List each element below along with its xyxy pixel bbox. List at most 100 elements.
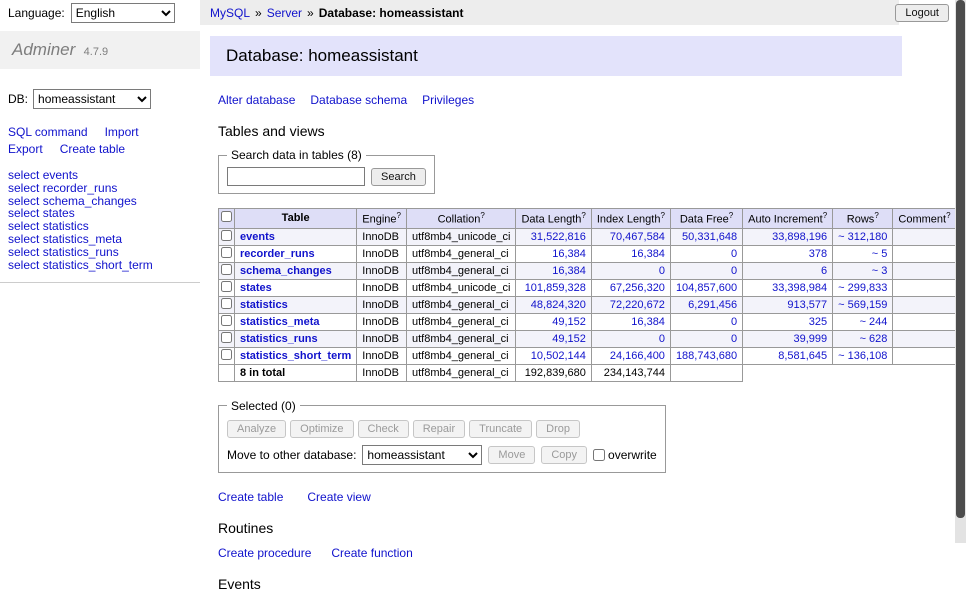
data-free-link[interactable]: 0 [731,248,737,260]
auto-increment-link[interactable]: 39,999 [794,333,828,345]
sidebar-table-link[interactable]: statistics_short_term [43,258,153,272]
create-function-link[interactable]: Create function [331,546,412,560]
help-link[interactable]: ? [729,211,733,220]
data-free-link[interactable]: 0 [731,265,737,277]
row-checkbox[interactable] [221,332,232,343]
scrollbar-thumb[interactable] [956,0,965,518]
create-table-link[interactable]: Create table [218,490,283,504]
breadcrumb-server-link[interactable]: Server [267,6,302,20]
truncate-button[interactable]: Truncate [469,420,532,438]
index-length-link[interactable]: 67,256,320 [610,282,665,294]
db-select[interactable]: homeassistant [33,89,151,109]
sql-command-link[interactable]: SQL command [8,125,88,139]
optimize-button[interactable]: Optimize [290,420,353,438]
data-length-link[interactable]: 101,859,328 [525,282,586,294]
auto-increment-link[interactable]: 33,898,196 [772,231,827,243]
import-link[interactable]: Import [105,125,139,139]
rows-link[interactable]: ~ 3 [872,265,888,277]
data-free-link[interactable]: 0 [731,316,737,328]
row-checkbox[interactable] [221,230,232,241]
language-select[interactable]: English [71,3,175,23]
row-checkbox[interactable] [221,315,232,326]
row-checkbox[interactable] [221,247,232,258]
rows-link[interactable]: ~ 5 [872,248,888,260]
move-db-select[interactable]: homeassistant [362,445,482,465]
auto-increment-link[interactable]: 913,577 [787,299,827,311]
overwrite-checkbox[interactable] [593,449,605,461]
index-length-link[interactable]: 24,166,400 [610,350,665,362]
database-schema-link[interactable]: Database schema [310,93,407,107]
logout-button[interactable]: Logout [895,4,949,22]
help-link[interactable]: ? [480,211,484,220]
check-button[interactable]: Check [358,420,409,438]
rows-link[interactable]: ~ 244 [860,316,888,328]
repair-button[interactable]: Repair [413,420,465,438]
row-checkbox[interactable] [221,298,232,309]
row-checkbox[interactable] [221,264,232,275]
data-free-link[interactable]: 104,857,600 [676,282,737,294]
rows-link[interactable]: ~ 299,833 [838,282,887,294]
help-link[interactable]: ? [397,211,401,220]
search-button[interactable]: Search [371,168,426,186]
data-length-link[interactable]: 10,502,144 [531,350,586,362]
index-length-link[interactable]: 0 [659,333,665,345]
move-row: Move to other database: homeassistant Mo… [227,445,657,465]
index-length-link[interactable]: 0 [659,265,665,277]
help-link[interactable]: ? [660,211,664,220]
table-name-link[interactable]: statistics_runs [240,333,318,345]
auto-increment-link[interactable]: 33,398,984 [772,282,827,294]
table-name-link[interactable]: schema_changes [240,265,332,277]
row-checkbox[interactable] [221,281,232,292]
data-free-link[interactable]: 188,743,680 [676,350,737,362]
table-name-link[interactable]: recorder_runs [240,248,315,260]
help-link[interactable]: ? [946,211,950,220]
table-name-link[interactable]: statistics_meta [240,316,320,328]
table-name-link[interactable]: statistics [240,299,288,311]
table-row: schema_changesInnoDButf8mb4_general_ci16… [219,262,957,279]
sidebar-select-link[interactable]: select [8,258,39,272]
data-length-link[interactable]: 49,152 [552,333,586,345]
data-free-link[interactable]: 50,331,648 [682,231,737,243]
copy-button[interactable]: Copy [541,446,587,464]
select-all-checkbox[interactable] [221,211,232,222]
analyze-button[interactable]: Analyze [227,420,286,438]
data-length-link[interactable]: 31,522,816 [531,231,586,243]
table-name-link[interactable]: events [240,231,275,243]
table-name-link[interactable]: statistics_short_term [240,350,351,362]
data-length-link[interactable]: 48,824,320 [531,299,586,311]
export-link[interactable]: Export [8,142,43,156]
index-length-link[interactable]: 16,384 [631,316,665,328]
auto-increment-link[interactable]: 6 [821,265,827,277]
data-free-link[interactable]: 6,291,456 [688,299,737,311]
create-procedure-link[interactable]: Create procedure [218,546,311,560]
index-length-link[interactable]: 72,220,672 [610,299,665,311]
sidebar-create-table-link[interactable]: Create table [60,142,125,156]
table-name-link[interactable]: states [240,282,272,294]
auto-increment-link[interactable]: 8,581,645 [778,350,827,362]
create-view-link[interactable]: Create view [307,490,370,504]
search-input[interactable] [227,167,365,186]
breadcrumb-mysql-link[interactable]: MySQL [210,6,250,20]
data-length-link[interactable]: 49,152 [552,316,586,328]
row-checkbox[interactable] [221,349,232,360]
vertical-scrollbar[interactable] [955,0,966,543]
index-length-link[interactable]: 16,384 [631,248,665,260]
auto-increment-link[interactable]: 378 [809,248,827,260]
help-link[interactable]: ? [581,211,585,220]
drop-button[interactable]: Drop [536,420,580,438]
rows-link[interactable]: ~ 569,159 [838,299,887,311]
data-length-link[interactable]: 16,384 [552,265,586,277]
privileges-link[interactable]: Privileges [422,93,474,107]
index-length-link[interactable]: 70,467,584 [610,231,665,243]
rows-link[interactable]: ~ 628 [860,333,888,345]
help-link[interactable]: ? [823,211,827,220]
rows-link[interactable]: ~ 312,180 [838,231,887,243]
rows-link[interactable]: ~ 136,108 [838,350,887,362]
auto-increment-link[interactable]: 325 [809,316,827,328]
data-free-link[interactable]: 0 [731,333,737,345]
alter-database-link[interactable]: Alter database [218,93,295,107]
data-length-link[interactable]: 16,384 [552,248,586,260]
move-button[interactable]: Move [488,446,535,464]
tables-body: eventsInnoDButf8mb4_unicode_ci31,522,816… [219,228,957,381]
help-link[interactable]: ? [874,211,878,220]
